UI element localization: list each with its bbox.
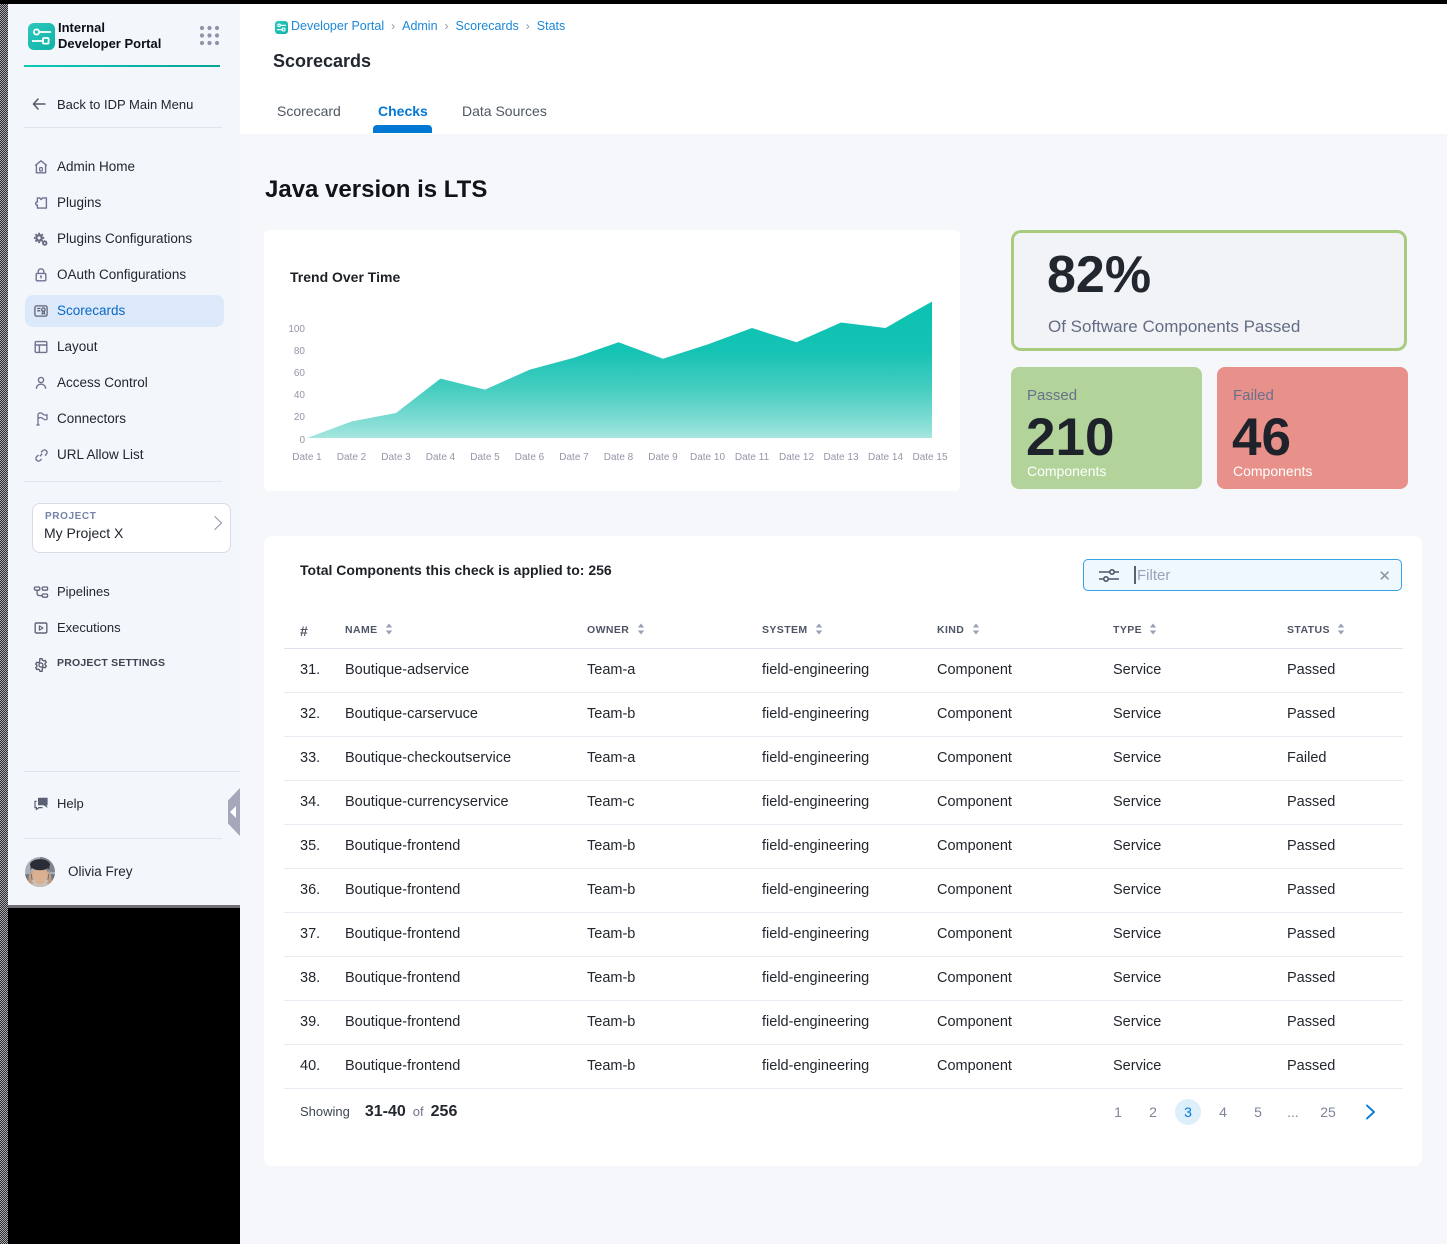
svg-text:Date 9: Date 9 — [648, 452, 678, 463]
svg-text:Date 14: Date 14 — [868, 452, 903, 463]
svg-text:Date 12: Date 12 — [779, 452, 814, 463]
svg-text:Date 4: Date 4 — [426, 452, 456, 463]
svg-text:Date 10: Date 10 — [690, 452, 725, 463]
svg-text:Date 13: Date 13 — [823, 452, 858, 463]
svg-text:Date 15: Date 15 — [912, 452, 947, 463]
svg-text:60: 60 — [294, 368, 306, 379]
svg-text:Date 1: Date 1 — [292, 452, 322, 463]
svg-text:20: 20 — [294, 412, 306, 423]
svg-text:Date 7: Date 7 — [559, 452, 589, 463]
svg-text:Date 6: Date 6 — [515, 452, 545, 463]
svg-text:Date 11: Date 11 — [735, 452, 770, 463]
svg-text:Date 2: Date 2 — [337, 452, 367, 463]
svg-text:100: 100 — [288, 324, 305, 335]
svg-text:Date 8: Date 8 — [604, 452, 634, 463]
svg-text:40: 40 — [294, 390, 306, 401]
svg-text:0: 0 — [299, 435, 305, 446]
svg-text:Date 3: Date 3 — [381, 452, 411, 463]
svg-text:80: 80 — [294, 346, 306, 357]
svg-text:Date 5: Date 5 — [470, 452, 500, 463]
